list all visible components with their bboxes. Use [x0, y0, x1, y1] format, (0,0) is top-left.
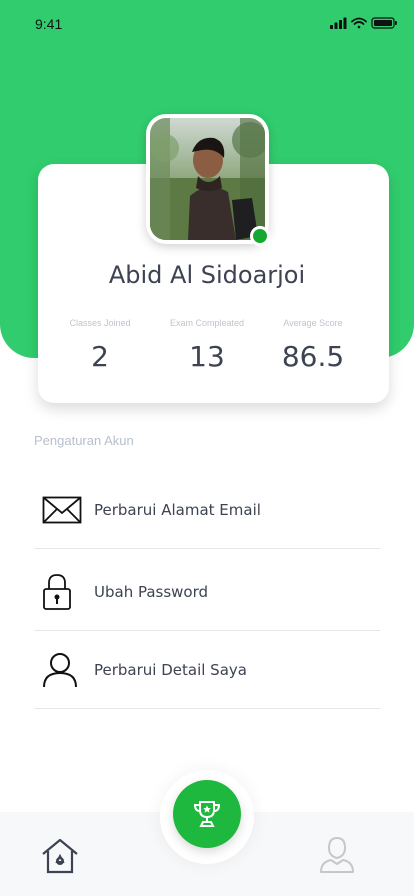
nav-trophy-button[interactable] [173, 780, 241, 848]
avatar-photo [150, 118, 265, 240]
nav-home-button[interactable] [40, 836, 80, 876]
stat-classes-joined: Classes Joined 2 [45, 318, 155, 373]
stat-value: 86.5 [281, 340, 345, 373]
stat-value: 2 [91, 340, 109, 373]
envelope-icon [34, 496, 94, 524]
wifi-icon [351, 17, 367, 29]
menu-item-update-email[interactable]: Perbarui Alamat Email [34, 471, 380, 549]
home-icon [42, 838, 78, 874]
stat-label: Classes Joined [69, 318, 131, 328]
status-bar: 9:41 [0, 0, 414, 44]
lock-icon [34, 573, 94, 611]
online-status-indicator [250, 226, 270, 246]
stat-label: Average Score [283, 318, 343, 328]
user-icon [34, 652, 94, 688]
cellular-signal-icon [330, 17, 347, 29]
status-time: 9:41 [35, 16, 63, 32]
stat-value: 13 [189, 340, 225, 373]
settings-section-title: Pengaturan Akun [34, 433, 134, 448]
nav-profile-button[interactable] [317, 834, 357, 874]
menu-item-label: Perbarui Alamat Email [94, 500, 261, 519]
avatar [150, 118, 265, 240]
menu-item-update-details[interactable]: Perbarui Detail Saya [34, 631, 380, 709]
menu-item-label: Perbarui Detail Saya [94, 660, 247, 679]
avatar-frame[interactable] [146, 114, 269, 244]
profile-icon [320, 836, 354, 873]
stat-exam-completed: Exam Compleated 13 [152, 318, 262, 373]
trophy-icon [193, 801, 221, 827]
status-icons [330, 17, 397, 29]
battery-icon [371, 17, 397, 29]
profile-name: Abid Al Sidoarjoi [108, 261, 306, 289]
stat-label: Exam Compleated [169, 318, 245, 328]
stat-average-score: Average Score 86.5 [258, 318, 368, 373]
menu-item-label: Ubah Password [94, 582, 209, 601]
menu-item-change-password[interactable]: Ubah Password [34, 553, 380, 631]
